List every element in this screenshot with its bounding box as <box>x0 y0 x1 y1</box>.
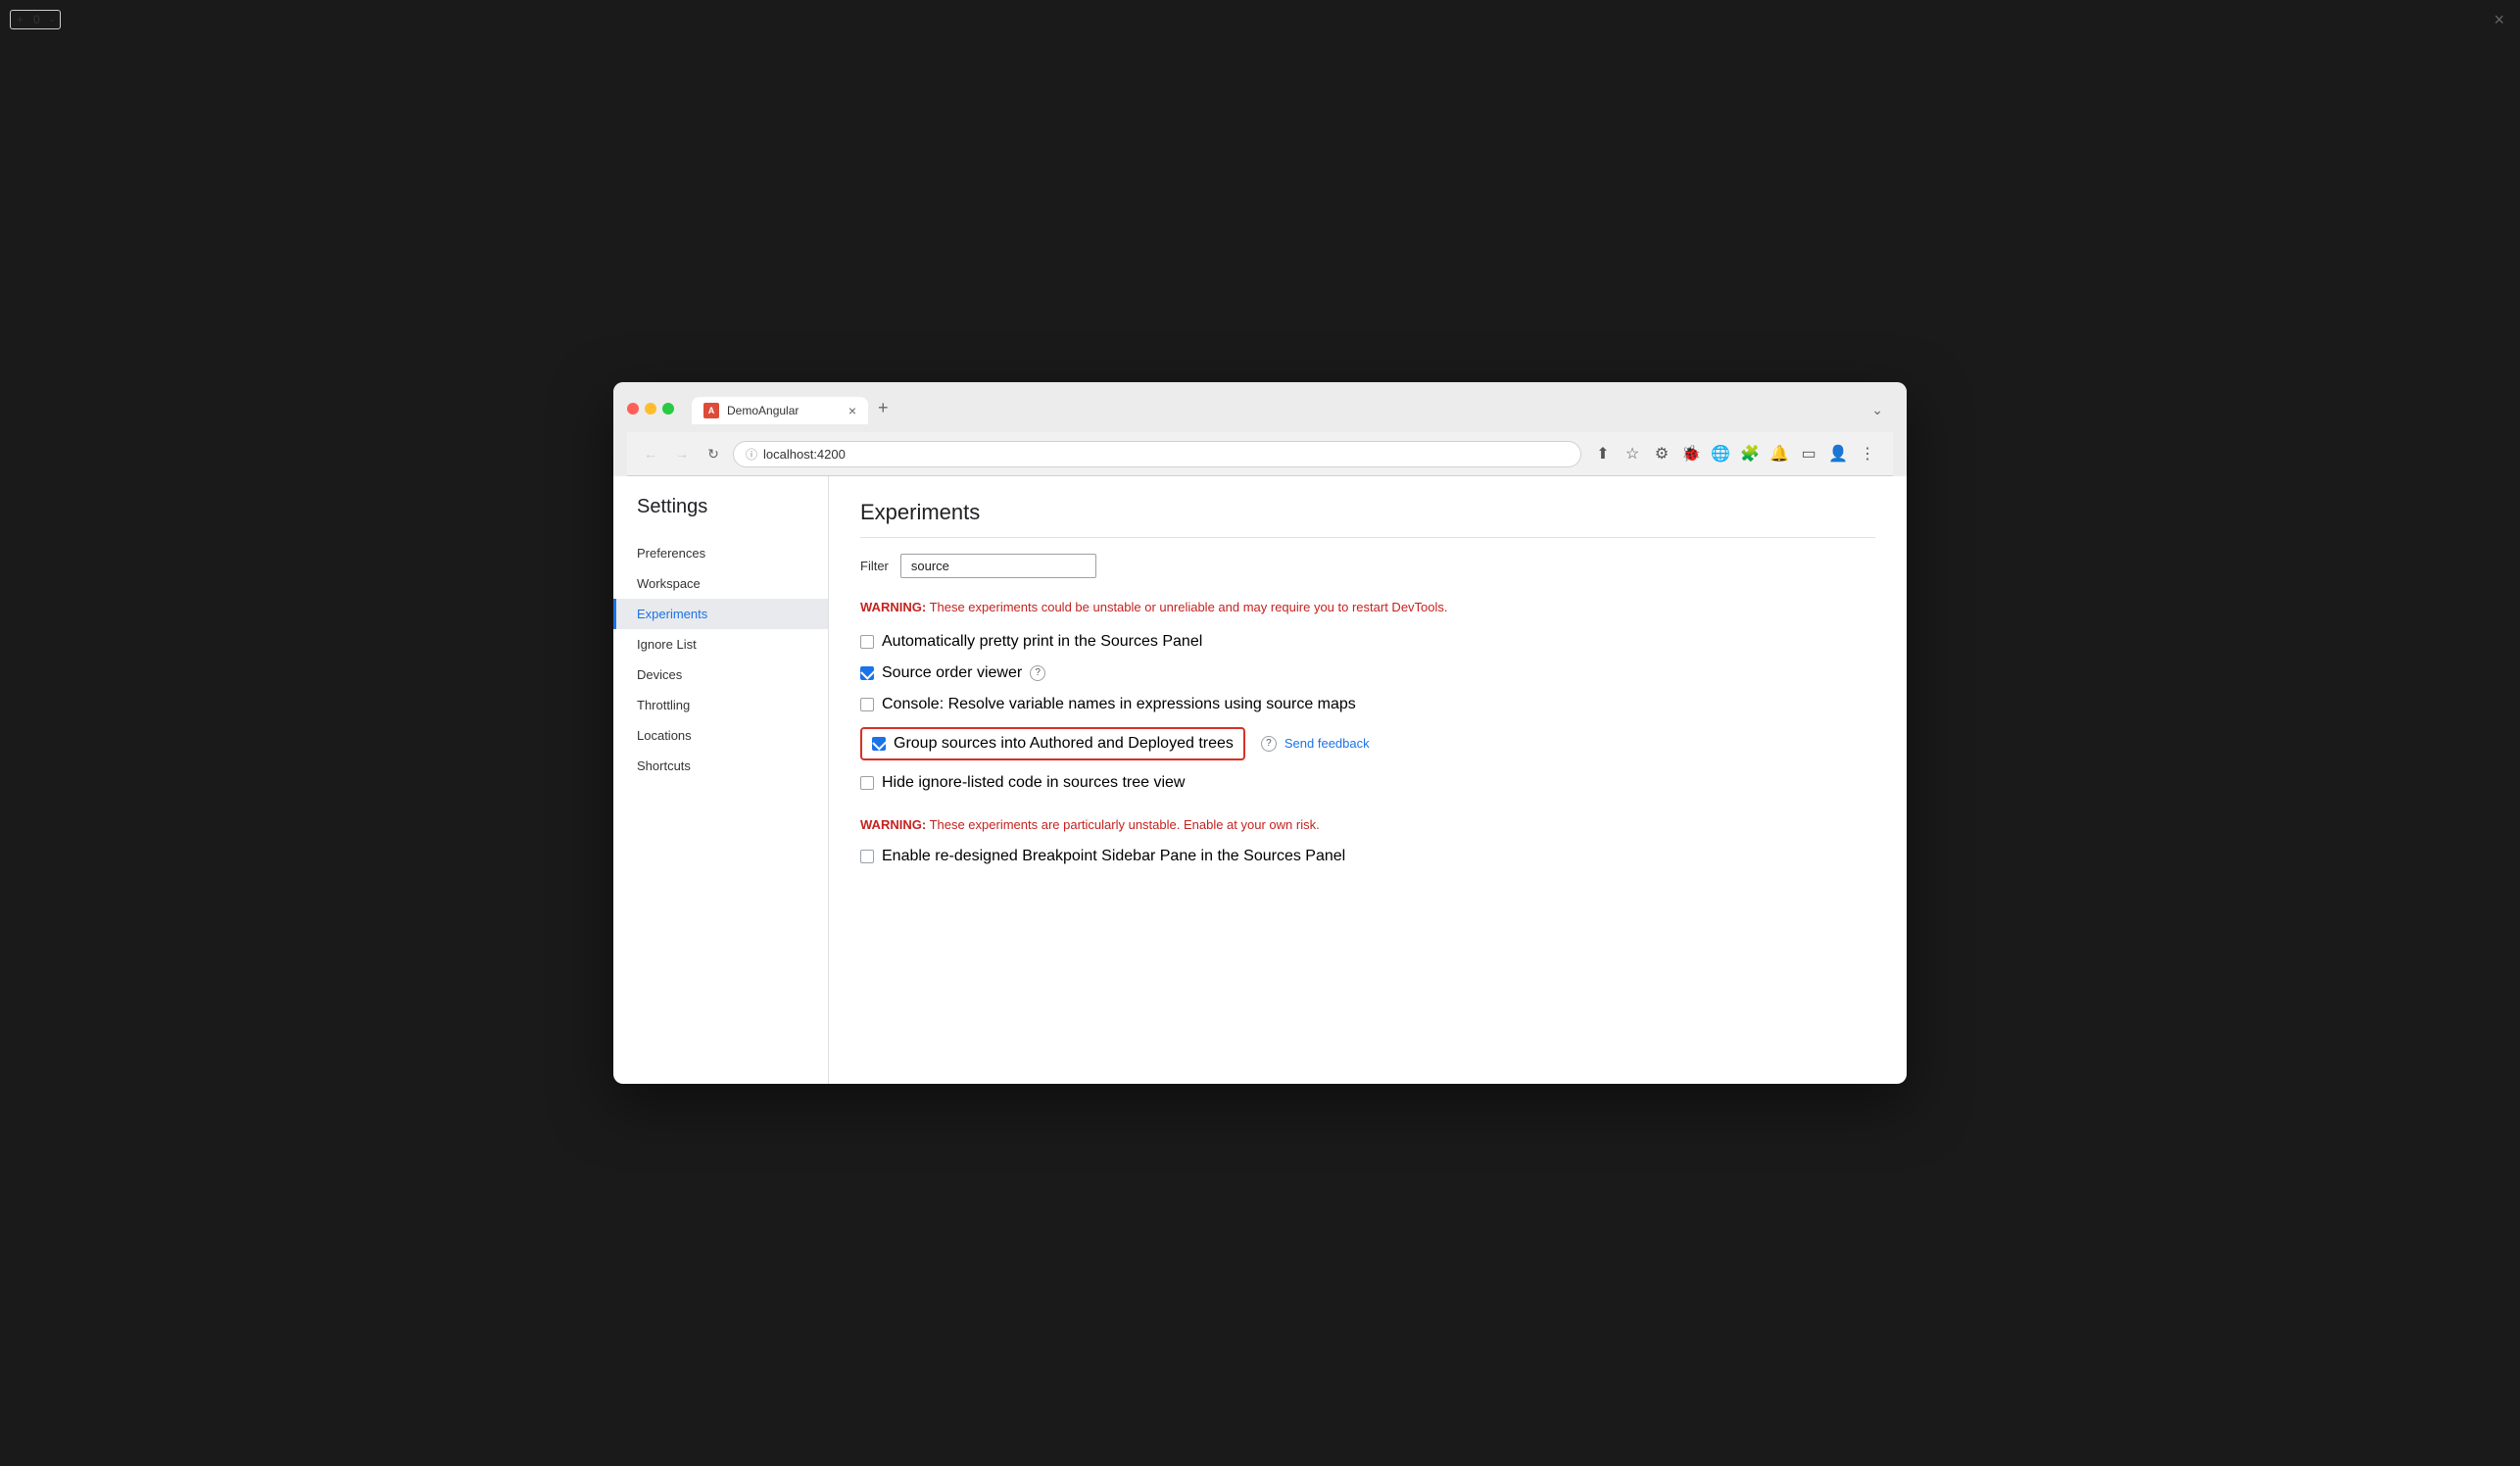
experiment-label-source-order-viewer: Source order viewer <box>882 664 1022 682</box>
secure-icon: ⓘ <box>746 446 757 463</box>
sidebar-item-locations[interactable]: Locations <box>613 720 828 751</box>
sidebar-item-workspace[interactable]: Workspace <box>613 568 828 599</box>
menu-icon[interactable]: ⋮ <box>1854 440 1881 467</box>
bug-icon[interactable]: 🐞 <box>1677 440 1705 467</box>
back-button[interactable]: ← <box>639 442 662 465</box>
split-icon[interactable]: ▭ <box>1795 440 1822 467</box>
experiment-label-console-resolve: Console: Resolve variable names in expre… <box>882 696 1356 713</box>
checkbox-source-order-viewer[interactable] <box>860 666 874 680</box>
new-tab-button[interactable]: + <box>868 392 898 424</box>
active-tab[interactable]: A DemoAngular × <box>692 397 868 424</box>
experiment-label-auto-pretty-print: Automatically pretty print in the Source… <box>882 633 1202 651</box>
bookmark-icon[interactable]: ☆ <box>1619 440 1646 467</box>
account-icon[interactable]: ⚙ <box>1648 440 1675 467</box>
traffic-light-green[interactable] <box>662 403 674 415</box>
experiment-label-group-sources: Group sources into Authored and Deployed… <box>894 735 1234 753</box>
warning-text-2: WARNING: These experiments are particula… <box>860 815 1875 835</box>
sidebar-item-throttling[interactable]: Throttling <box>613 690 828 720</box>
warning-message-1: These experiments could be unstable or u… <box>930 600 1448 614</box>
url-display: localhost:4200 <box>763 447 846 462</box>
warning-text-1: WARNING: These experiments could be unst… <box>860 598 1875 617</box>
sidebar-item-preferences[interactable]: Preferences <box>613 538 828 568</box>
notification-icon[interactable]: 🔔 <box>1766 440 1793 467</box>
experiment-group-sources-row: Group sources into Authored and Deployed… <box>860 727 1875 760</box>
checkbox-console-resolve[interactable] <box>860 698 874 711</box>
send-feedback-link[interactable]: Send feedback <box>1284 736 1370 751</box>
sidebar-item-devices[interactable]: Devices <box>613 660 828 690</box>
devtools-body: + 0 - × Settings Preferences Workspace E… <box>613 476 1907 1084</box>
warning-label-2: WARNING: <box>860 817 926 832</box>
page-title: Experiments <box>860 500 1875 538</box>
checkbox-auto-pretty-print[interactable] <box>860 635 874 649</box>
reload-button[interactable]: ↻ <box>702 442 725 465</box>
help-icon-group-sources[interactable]: ? <box>1261 736 1277 752</box>
browser-titlebar: A DemoAngular × + ⌄ ← → ↻ ⓘ loc <box>613 382 1907 476</box>
traffic-light-yellow[interactable] <box>645 403 656 415</box>
web-icon[interactable]: 🌐 <box>1707 440 1734 467</box>
traffic-lights <box>627 403 674 415</box>
settings-title: Settings <box>613 496 828 538</box>
experiment-auto-pretty-print: Automatically pretty print in the Source… <box>860 633 1875 651</box>
browser-navbar: ← → ↻ ⓘ localhost:4200 ⬆ ☆ ⚙ 🐞 🌐 🧩 🔔 ▭ <box>627 432 1893 476</box>
extension-icon[interactable]: 🧩 <box>1736 440 1764 467</box>
experiment-group-sources-highlight: Group sources into Authored and Deployed… <box>860 727 1245 760</box>
filter-row: Filter <box>860 554 1875 578</box>
sidebar-item-ignore-list[interactable]: Ignore List <box>613 629 828 660</box>
profile-icon[interactable]: 👤 <box>1824 440 1852 467</box>
forward-button[interactable]: → <box>670 442 694 465</box>
checkbox-redesigned-breakpoint[interactable] <box>860 850 874 863</box>
tab-title: DemoAngular <box>727 404 841 417</box>
experiment-label-redesigned-breakpoint: Enable re-designed Breakpoint Sidebar Pa… <box>882 848 1345 865</box>
tab-bar: A DemoAngular × + ⌄ <box>692 392 1893 424</box>
filter-label: Filter <box>860 559 889 573</box>
tab-close-button[interactable]: × <box>848 403 856 418</box>
experiment-source-order-viewer: Source order viewer ? <box>860 664 1875 682</box>
checkbox-hide-ignore-listed[interactable] <box>860 776 874 790</box>
warning-label-1: WARNING: <box>860 600 926 614</box>
experiment-console-resolve: Console: Resolve variable names in expre… <box>860 696 1875 713</box>
traffic-light-red[interactable] <box>627 403 639 415</box>
filter-input[interactable] <box>900 554 1096 578</box>
address-bar[interactable]: ⓘ localhost:4200 <box>733 441 1581 467</box>
help-icon-source-order[interactable]: ? <box>1030 665 1045 681</box>
sidebar-item-experiments[interactable]: Experiments <box>613 599 828 629</box>
experiment-label-hide-ignore-listed: Hide ignore-listed code in sources tree … <box>882 774 1185 792</box>
browser-window: A DemoAngular × + ⌄ ← → ↻ ⓘ loc <box>613 382 1907 1084</box>
experiment-redesigned-breakpoint: Enable re-designed Breakpoint Sidebar Pa… <box>860 848 1875 865</box>
browser-controls: A DemoAngular × + ⌄ <box>627 392 1893 424</box>
warning-message-2: These experiments are particularly unsta… <box>930 817 1320 832</box>
share-icon[interactable]: ⬆ <box>1589 440 1617 467</box>
toolbar-icons: ⬆ ☆ ⚙ 🐞 🌐 🧩 🔔 ▭ 👤 ⋮ <box>1589 440 1881 467</box>
tab-favicon: A <box>703 403 719 418</box>
tab-expand-button[interactable]: ⌄ <box>1862 396 1893 424</box>
sidebar-item-shortcuts[interactable]: Shortcuts <box>613 751 828 781</box>
experiment-hide-ignore-listed: Hide ignore-listed code in sources tree … <box>860 774 1875 792</box>
checkbox-group-sources[interactable] <box>872 737 886 751</box>
settings-sidebar: Settings Preferences Workspace Experimen… <box>613 476 829 1084</box>
settings-content: Experiments Filter WARNING: These experi… <box>829 476 1907 1084</box>
